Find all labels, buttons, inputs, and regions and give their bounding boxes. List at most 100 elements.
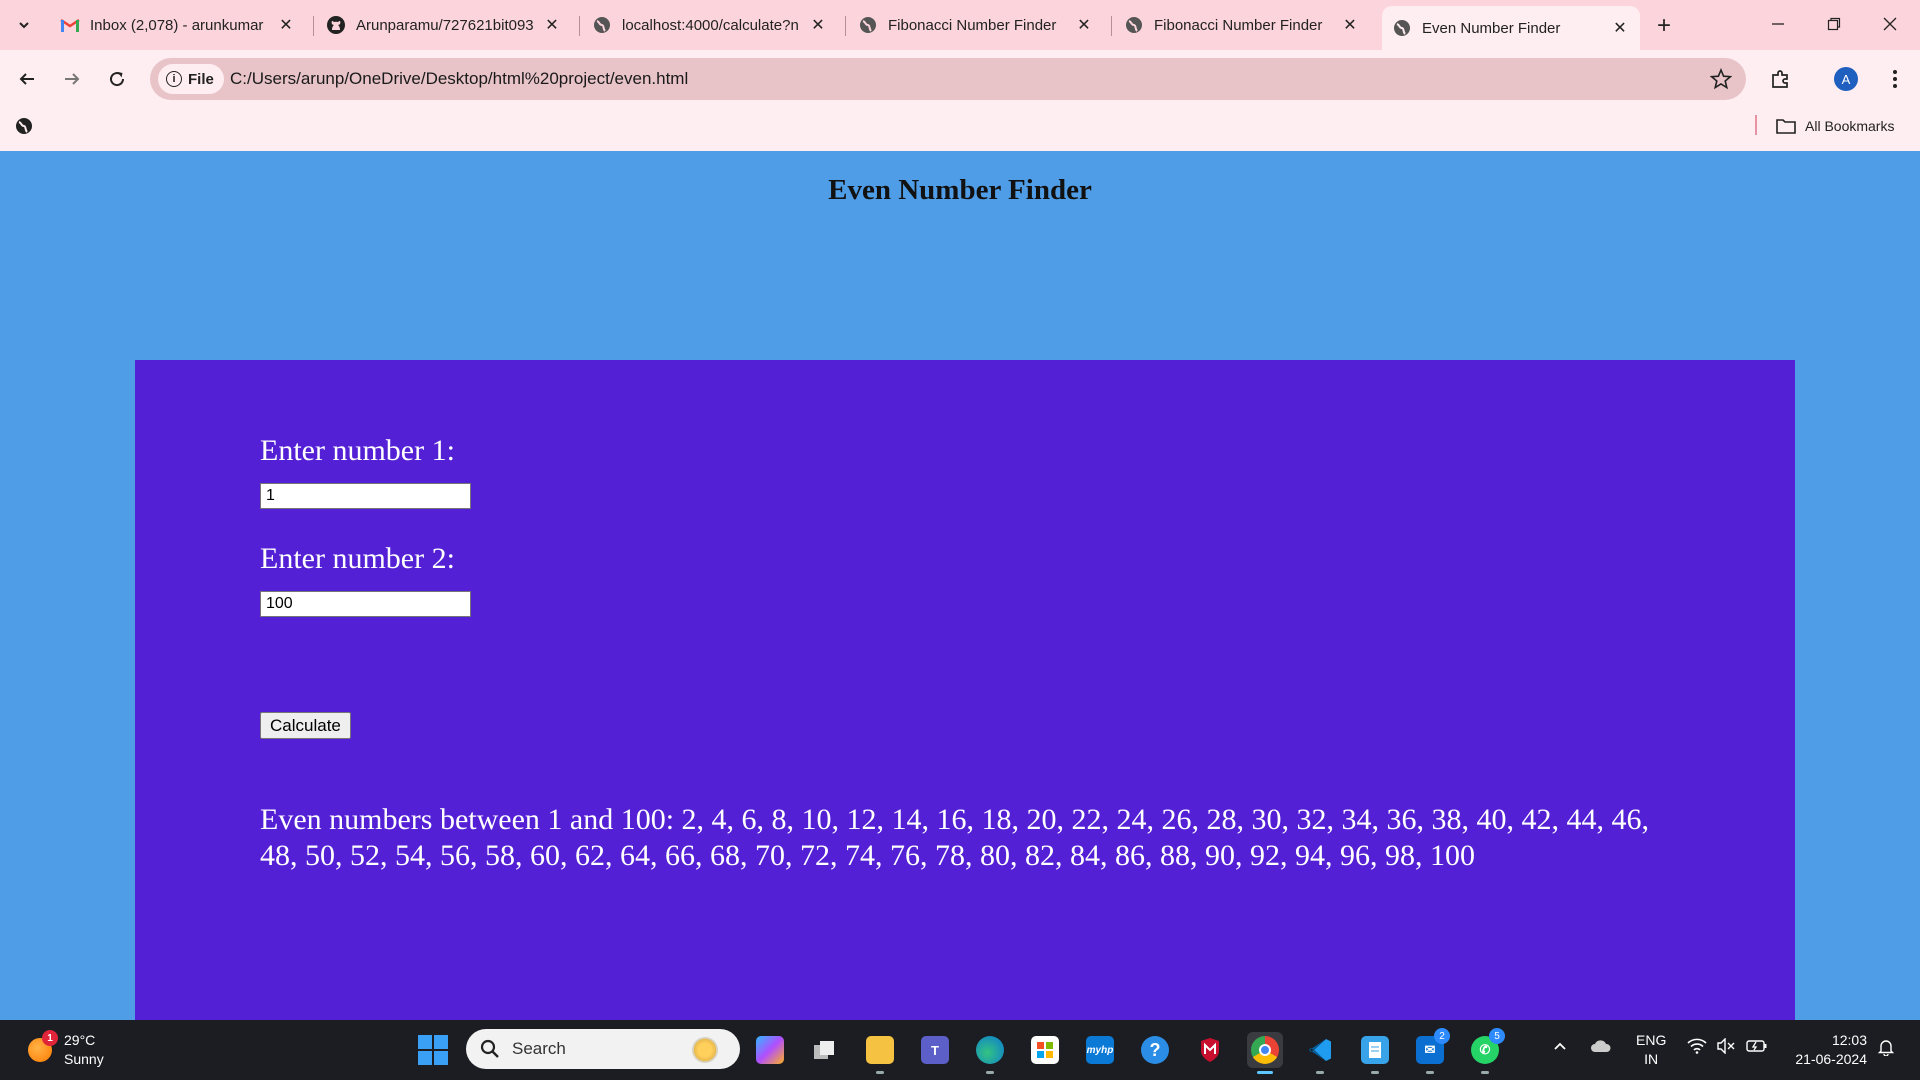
- info-icon: i: [166, 71, 182, 87]
- start-button[interactable]: [418, 1035, 448, 1065]
- reload-icon: [110, 72, 125, 87]
- close-icon: [1883, 17, 1897, 31]
- minimize-button[interactable]: [1758, 8, 1798, 40]
- bookmarks-separator: [1755, 115, 1757, 135]
- weather-temp: 29°C: [64, 1032, 96, 1048]
- edge-icon[interactable]: [972, 1032, 1008, 1074]
- chevron-down-icon: [19, 22, 29, 29]
- tab-github[interactable]: Arunparamu/727621bit093 ✕: [316, 8, 572, 42]
- tab-gmail[interactable]: Inbox (2,078) - arunkumar ✕: [50, 8, 306, 42]
- arrow-right-icon: [65, 73, 80, 85]
- mail-icon[interactable]: ✉ 2: [1412, 1028, 1450, 1074]
- restore-button[interactable]: [1814, 8, 1854, 40]
- menu-button[interactable]: [1880, 64, 1910, 94]
- address-bar[interactable]: i File C:/Users/arunp/OneDrive/Desktop/h…: [150, 58, 1746, 100]
- reload-button[interactable]: [102, 64, 132, 94]
- back-button[interactable]: [12, 64, 42, 94]
- all-bookmarks-label: All Bookmarks: [1805, 118, 1895, 134]
- extensions-button[interactable]: [1766, 64, 1796, 94]
- forward-button[interactable]: [57, 64, 87, 94]
- tab-fibonacci-1[interactable]: Fibonacci Number Finder ✕: [848, 8, 1104, 42]
- taskbar-search[interactable]: Search: [466, 1029, 740, 1069]
- minimize-icon: [1772, 23, 1784, 25]
- calculate-button[interactable]: Calculate: [260, 712, 351, 739]
- globe-icon: [858, 15, 878, 35]
- weather-widget[interactable]: 1 29°C Sunny: [28, 1030, 104, 1070]
- github-icon: [326, 15, 346, 35]
- tab-localhost[interactable]: localhost:4000/calculate?n ✕: [582, 8, 838, 42]
- microsoft-store-icon[interactable]: [1027, 1032, 1063, 1068]
- more-vertical-icon: [1893, 70, 1897, 88]
- chrome-icon[interactable]: [1247, 1032, 1283, 1074]
- whatsapp-icon[interactable]: ✆ 5: [1467, 1028, 1505, 1074]
- tab-separator: [579, 16, 580, 36]
- site-info-label: File: [188, 70, 214, 88]
- tab-fibonacci-2[interactable]: Fibonacci Number Finder ✕: [1114, 8, 1370, 42]
- clock[interactable]: 12:03 21-06-2024: [1787, 1031, 1867, 1069]
- language-code: ENG: [1636, 1032, 1667, 1048]
- puzzle-icon: [1772, 70, 1788, 88]
- notification-badge: 1: [42, 1030, 58, 1046]
- close-icon[interactable]: ✕: [1340, 15, 1360, 35]
- star-icon[interactable]: [1710, 68, 1732, 90]
- get-help-icon[interactable]: ?: [1137, 1032, 1173, 1068]
- tab-separator: [1111, 16, 1112, 36]
- page-content: Even Number Finder Enter number 1: Enter…: [0, 151, 1920, 1020]
- wifi-icon[interactable]: [1687, 1038, 1707, 1057]
- restore-icon: [1827, 17, 1841, 31]
- search-placeholder: Search: [512, 1039, 566, 1058]
- new-tab-button[interactable]: +: [1650, 12, 1678, 40]
- mcafee-icon[interactable]: [1192, 1032, 1228, 1068]
- clock-date: 21-06-2024: [1795, 1051, 1867, 1067]
- bookmarks-bar: [0, 108, 1920, 151]
- site-info-chip[interactable]: i File: [158, 64, 224, 94]
- tab-title: Inbox (2,078) - arunkumar: [90, 16, 264, 34]
- result-text: Even numbers between 1 and 100: 2, 4, 6,…: [260, 803, 1650, 872]
- number1-label: Enter number 1:: [260, 434, 455, 467]
- tab-separator: [313, 16, 314, 36]
- url-text[interactable]: C:/Users/arunp/OneDrive/Desktop/html%20p…: [230, 69, 688, 89]
- sun-icon: 1: [28, 1030, 58, 1062]
- globe-icon: [592, 15, 612, 35]
- myhp-icon[interactable]: myhp: [1082, 1032, 1118, 1068]
- folder-icon: [1776, 119, 1796, 134]
- arrow-left-icon: [19, 73, 34, 85]
- plus-icon: +: [1656, 12, 1671, 39]
- all-bookmarks-button[interactable]: All Bookmarks: [1776, 116, 1894, 136]
- onedrive-icon[interactable]: [1590, 1038, 1612, 1057]
- vscode-icon[interactable]: [1302, 1032, 1338, 1074]
- notepad-icon[interactable]: [1357, 1032, 1393, 1074]
- globe-icon: [1392, 18, 1412, 38]
- volume-muted-icon[interactable]: [1716, 1037, 1736, 1057]
- tab-even-number-finder[interactable]: Even Number Finder ✕: [1382, 6, 1640, 50]
- language-indicator[interactable]: ENG IN: [1636, 1031, 1666, 1069]
- tab-separator: [845, 16, 846, 36]
- copilot-icon[interactable]: [752, 1032, 788, 1068]
- tab-search-button[interactable]: [8, 10, 40, 40]
- task-view-icon[interactable]: [807, 1032, 843, 1068]
- close-icon[interactable]: ✕: [542, 15, 562, 35]
- number1-input[interactable]: [260, 483, 471, 509]
- file-explorer-icon[interactable]: [862, 1032, 898, 1074]
- chevron-up-icon[interactable]: [1552, 1038, 1568, 1057]
- close-icon[interactable]: ✕: [808, 15, 828, 35]
- close-icon[interactable]: ✕: [1610, 18, 1630, 38]
- tab-title: Fibonacci Number Finder: [1154, 16, 1323, 34]
- profile-button[interactable]: A: [1831, 64, 1861, 94]
- tab-title: Arunparamu/727621bit093: [356, 16, 534, 34]
- battery-icon[interactable]: [1746, 1038, 1768, 1057]
- region-code: IN: [1644, 1051, 1659, 1067]
- tab-title: localhost:4000/calculate?n: [622, 16, 799, 34]
- number2-input[interactable]: [260, 591, 471, 617]
- bell-icon[interactable]: [1877, 1038, 1895, 1059]
- avatar: A: [1834, 67, 1858, 91]
- close-window-button[interactable]: [1870, 8, 1910, 40]
- globe-icon[interactable]: [14, 116, 34, 136]
- browser-toolbar: i File C:/Users/arunp/OneDrive/Desktop/h…: [0, 50, 1920, 108]
- globe-icon: [1124, 15, 1144, 35]
- search-icon: [480, 1039, 499, 1058]
- close-icon[interactable]: ✕: [1074, 15, 1094, 35]
- search-highlight-icon: [692, 1037, 718, 1063]
- teams-icon[interactable]: T: [917, 1032, 953, 1068]
- close-icon[interactable]: ✕: [276, 15, 296, 35]
